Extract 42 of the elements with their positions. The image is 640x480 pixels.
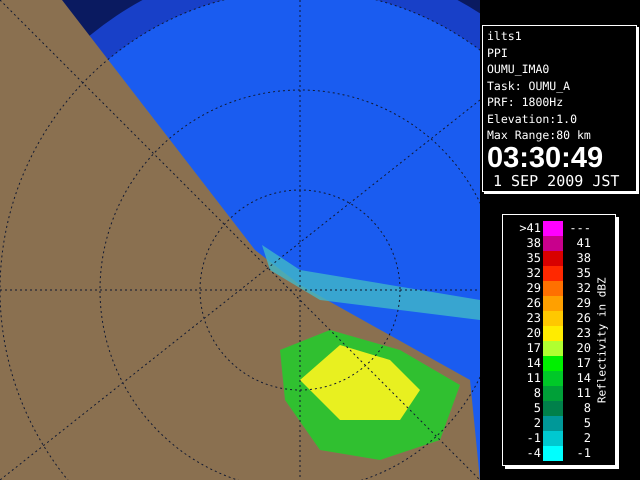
legend-label: 26 xyxy=(526,296,542,310)
legend-label: 41 xyxy=(576,236,591,250)
legend-label: 2 xyxy=(532,416,542,430)
legend-label: 38 xyxy=(526,236,542,250)
legend-label: >41 xyxy=(518,220,542,236)
legend-label: 2 xyxy=(582,430,591,446)
legend-label: 8 xyxy=(582,400,591,416)
legend-label: 5 xyxy=(582,416,591,430)
info-line: Max Range:80 km xyxy=(487,127,592,144)
legend-label: 17 xyxy=(526,340,542,356)
legend-label: 14 xyxy=(526,356,542,370)
info-line: PPI xyxy=(487,44,509,61)
legend-label: 35 xyxy=(526,250,542,266)
time-display: 03:30:49 xyxy=(487,144,604,172)
legend-label: 35 xyxy=(576,266,591,280)
legend-label: 38 xyxy=(576,250,591,266)
legend-title: Reflectivity in dBZ xyxy=(594,278,610,404)
legend-label: -1 xyxy=(576,446,591,460)
legend-label: 17 xyxy=(576,356,591,370)
info-line: Elevation:1.0 xyxy=(487,110,578,127)
legend-label: 5 xyxy=(532,400,542,416)
legend-label: 11 xyxy=(576,386,591,400)
legend-label: 23 xyxy=(576,326,591,340)
legend-label: 29 xyxy=(526,280,542,296)
legend-label: 26 xyxy=(576,310,591,326)
legend-label: -1 xyxy=(526,430,542,446)
legend-label: 23 xyxy=(526,310,542,326)
info-line: OUMU_IMA0 xyxy=(487,61,550,78)
legend-label: 8 xyxy=(532,386,542,400)
legend-label: 32 xyxy=(526,266,542,280)
legend-label: 29 xyxy=(576,296,591,310)
info-line: ilts1 xyxy=(487,28,523,44)
legend-label: --- xyxy=(568,220,591,236)
info-line: Task: OUMU_A xyxy=(487,78,572,94)
legend-label: -4 xyxy=(526,446,542,460)
legend-label: 20 xyxy=(576,340,591,356)
legend-label: 20 xyxy=(526,326,542,340)
legend-label: 14 xyxy=(576,370,591,386)
legend-label: 11 xyxy=(526,370,542,386)
legend-label: 32 xyxy=(576,280,591,296)
info-line: PRF: 1800Hz xyxy=(487,94,564,110)
date-display: 1 SEP 2009 JST xyxy=(492,172,620,190)
